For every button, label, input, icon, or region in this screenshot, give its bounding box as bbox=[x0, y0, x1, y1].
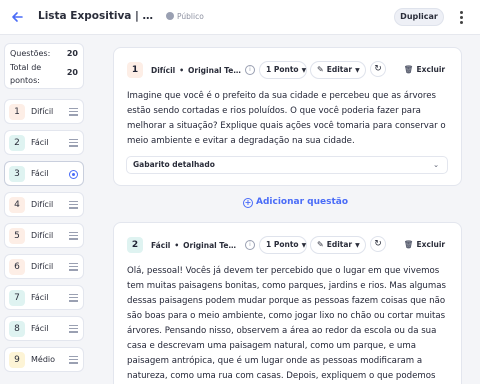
info-icon[interactable]: i bbox=[245, 240, 255, 250]
page-title: Lista Expositiva | Conserva... bbox=[38, 10, 158, 22]
difficulty-label: Difícil bbox=[31, 200, 54, 209]
info-icon[interactable]: i bbox=[245, 65, 255, 75]
regenerate-icon[interactable]: ↻ bbox=[370, 61, 386, 77]
question-number-badge: 2 bbox=[127, 237, 143, 253]
question-number-badge: 4 bbox=[9, 197, 25, 213]
drag-handle-icon[interactable] bbox=[69, 294, 78, 302]
trash-icon: 🗑 bbox=[404, 240, 414, 249]
question-number-badge: 1 bbox=[9, 104, 25, 120]
difficulty-label: Difícil bbox=[31, 262, 54, 271]
drag-handle-icon[interactable] bbox=[69, 108, 78, 116]
sidebar-question-item[interactable]: 4 Difícil bbox=[4, 192, 84, 217]
chevron-down-icon: ▼ bbox=[355, 67, 360, 74]
chevron-down-icon: ▼ bbox=[355, 242, 360, 249]
total-points-label: Total de pontos: bbox=[10, 63, 42, 85]
add-question-label: Adicionar questão bbox=[256, 197, 349, 207]
regenerate-icon[interactable]: ↻ bbox=[370, 236, 386, 252]
difficulty-label: Difícil bbox=[31, 107, 54, 116]
question-text: Olá, pessoal! Vocês já devem ter percebi… bbox=[127, 266, 446, 381]
edit-label: Editar bbox=[326, 65, 353, 74]
list-summary: Questões: 20 Total de pontos: 20 bbox=[4, 43, 84, 89]
drag-handle-icon[interactable] bbox=[69, 263, 78, 271]
duplicate-button[interactable]: Duplicar bbox=[394, 8, 444, 26]
question-card: 2 Fácil•Original Teac... i 1 Ponto▼ ✎Edi… bbox=[113, 222, 462, 384]
question-text: Imagine que você é o prefeito da sua cid… bbox=[127, 91, 446, 146]
difficulty-label: Fácil bbox=[31, 138, 49, 147]
question-number-badge: 8 bbox=[9, 321, 25, 337]
visibility-status[interactable]: Público bbox=[166, 12, 204, 21]
answer-key-dropdown[interactable]: Gabarito detalhado ⌄ bbox=[126, 156, 448, 174]
edit-dropdown[interactable]: ✎ Editar ▼ bbox=[310, 236, 366, 254]
difficulty-label: Fácil bbox=[31, 293, 49, 302]
pencil-icon: ✎ bbox=[317, 65, 324, 74]
points-dropdown[interactable]: 1 Ponto ▼ bbox=[259, 236, 307, 254]
selected-indicator-icon bbox=[69, 170, 78, 179]
trash-icon: 🗑 bbox=[404, 65, 414, 74]
delete-label: Excluir bbox=[416, 240, 446, 249]
sidebar-question-item[interactable]: 2 Fácil bbox=[4, 130, 84, 155]
points-label: 1 Ponto bbox=[266, 65, 299, 74]
visibility-label: Público bbox=[177, 12, 204, 21]
origin-label: Original Teac... bbox=[183, 241, 239, 250]
delete-label: Excluir bbox=[416, 65, 446, 74]
question-card: 1 Difícil•Original Teac... i 1 Ponto▼ ✎E… bbox=[113, 47, 462, 186]
difficulty-label: Difícil bbox=[151, 66, 176, 75]
difficulty-label: Fácil bbox=[31, 324, 49, 333]
sidebar-question-item[interactable]: 9 Médio bbox=[4, 347, 84, 372]
difficulty-label: Fácil bbox=[31, 169, 49, 178]
total-points-value: 20 bbox=[66, 68, 78, 77]
question-number-badge: 6 bbox=[9, 259, 25, 275]
plus-icon: + bbox=[243, 198, 253, 208]
edit-dropdown[interactable]: ✎ Editar ▼ bbox=[310, 61, 366, 79]
chevron-down-icon: ⌄ bbox=[433, 161, 439, 169]
delete-button[interactable]: 🗑 Excluir bbox=[404, 240, 445, 249]
question-number-badge: 2 bbox=[9, 135, 25, 151]
drag-handle-icon[interactable] bbox=[69, 201, 78, 209]
points-label: 1 Ponto bbox=[266, 240, 299, 249]
back-arrow-icon[interactable] bbox=[10, 10, 24, 24]
drag-handle-icon[interactable] bbox=[69, 325, 78, 333]
question-number-badge: 3 bbox=[9, 166, 25, 182]
question-number-badge: 1 bbox=[127, 62, 143, 78]
question-meta: Difícil•Original Teac... bbox=[151, 66, 244, 75]
question-number-badge: 7 bbox=[9, 290, 25, 306]
pencil-icon: ✎ bbox=[317, 240, 324, 249]
sidebar-question-item[interactable]: 7 Fácil bbox=[4, 285, 84, 310]
edit-label: Editar bbox=[326, 240, 353, 249]
drag-handle-icon[interactable] bbox=[69, 139, 78, 147]
sidebar-question-item[interactable]: 1 Difícil bbox=[4, 99, 84, 124]
question-number-badge: 5 bbox=[9, 228, 25, 244]
questions-count: 20 bbox=[66, 49, 78, 58]
answer-key-label: Gabarito detalhado bbox=[133, 160, 215, 169]
drag-handle-icon[interactable] bbox=[69, 356, 78, 364]
difficulty-label: Médio bbox=[31, 355, 56, 364]
chevron-down-icon: ▼ bbox=[301, 242, 307, 249]
sidebar-question-item[interactable]: 6 Difícil bbox=[4, 254, 84, 279]
points-dropdown[interactable]: 1 Ponto ▼ bbox=[259, 61, 307, 79]
globe-icon bbox=[166, 12, 174, 20]
add-question-button[interactable]: + Adicionar questão bbox=[243, 197, 348, 208]
sidebar-question-item[interactable]: 5 Difícil bbox=[4, 223, 84, 248]
origin-label: Original Teac... bbox=[188, 66, 244, 75]
question-meta: Fácil•Original Teac... bbox=[151, 241, 239, 250]
sidebar-question-item[interactable]: 8 Fácil bbox=[4, 316, 84, 341]
top-bar: Lista Expositiva | Conserva... Público D… bbox=[0, 0, 480, 35]
chevron-down-icon: ▼ bbox=[301, 67, 307, 74]
sidebar-question-item[interactable]: 3 Fácil bbox=[4, 161, 84, 186]
questions-label: Questões: bbox=[10, 49, 51, 58]
more-options-icon[interactable] bbox=[455, 9, 467, 25]
difficulty-label: Difícil bbox=[31, 231, 54, 240]
question-number-badge: 9 bbox=[9, 352, 25, 368]
delete-button[interactable]: 🗑 Excluir bbox=[404, 65, 445, 74]
difficulty-label: Fácil bbox=[151, 241, 171, 250]
drag-handle-icon[interactable] bbox=[69, 232, 78, 240]
